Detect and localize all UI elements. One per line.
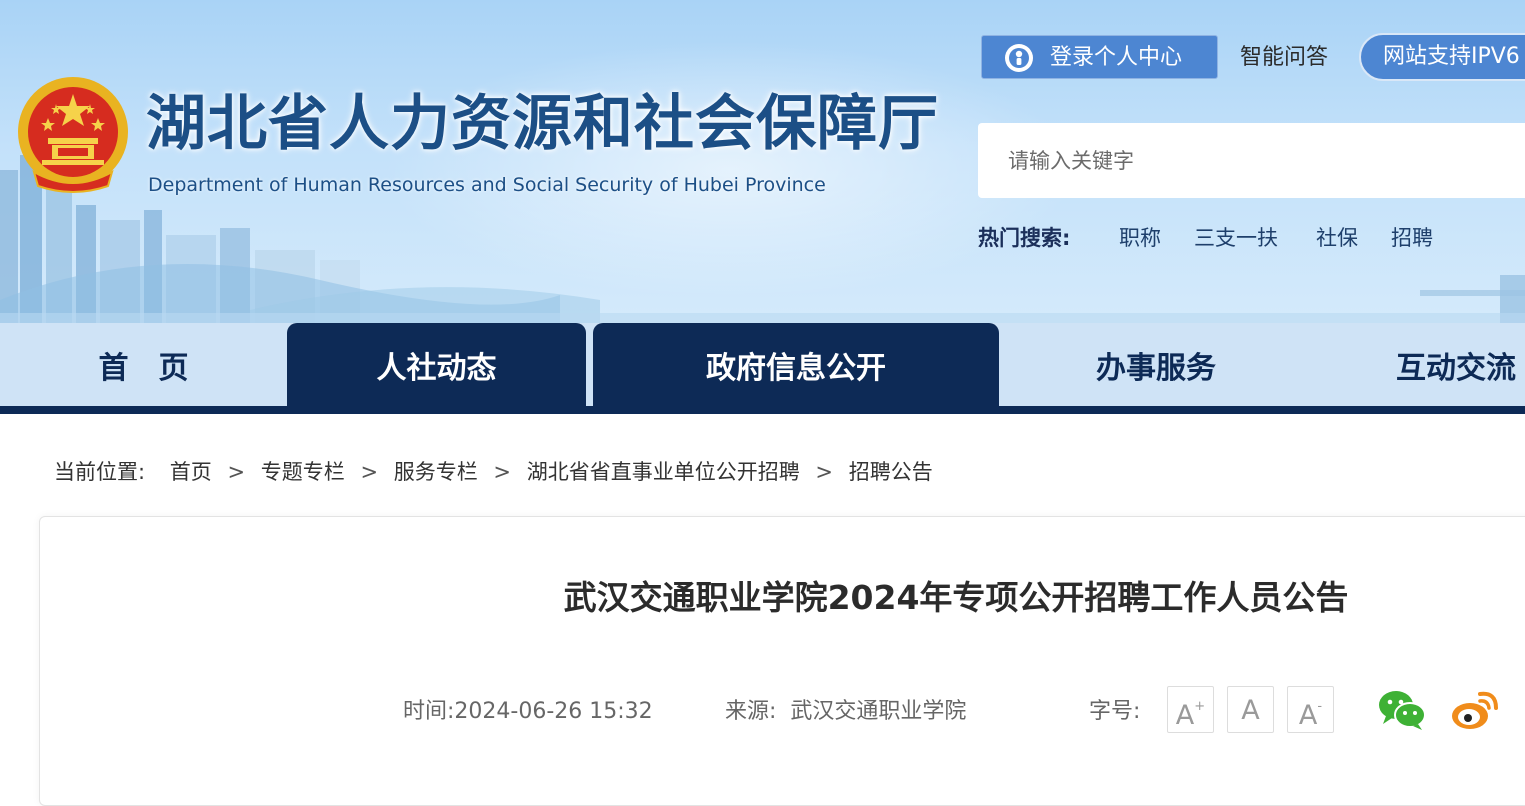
breadcrumb-separator: > [493, 460, 512, 484]
ipv6-support-badge: 网站支持IPV6 [1359, 33, 1525, 81]
main-navigation: 首 页 人社动态 政府信息公开 办事服务 互动交流 [0, 323, 1525, 414]
user-icon [1005, 44, 1033, 72]
wechat-icon[interactable] [1377, 688, 1427, 732]
hot-search-label: 热门搜索: [978, 226, 1071, 250]
breadcrumb-link-notice[interactable]: 招聘公告 [849, 460, 933, 484]
search-input[interactable] [978, 123, 1525, 198]
font-increase-button[interactable]: A+ [1167, 686, 1214, 733]
article-card [39, 516, 1525, 806]
login-personal-center-button[interactable]: 登录个人中心 [981, 35, 1218, 79]
breadcrumb-link-home[interactable]: 首页 [170, 460, 212, 484]
hot-search-term[interactable]: 职称 [1119, 224, 1161, 252]
breadcrumb-separator: > [815, 460, 834, 484]
font-size-label: 字号: [1089, 699, 1141, 724]
nav-item-home[interactable]: 首 页 [0, 323, 287, 406]
nav-item-services[interactable]: 办事服务 [1006, 323, 1306, 406]
breadcrumb-link-recruitment[interactable]: 湖北省省直事业单位公开招聘 [527, 460, 800, 484]
breadcrumb-link-special[interactable]: 专题专栏 [261, 460, 345, 484]
weibo-icon[interactable] [1450, 688, 1500, 732]
site-title-en: Department of Human Resources and Social… [148, 174, 826, 196]
hot-search-term[interactable]: 三支一扶 [1194, 224, 1278, 252]
nav-item-interaction[interactable]: 互动交流 [1306, 323, 1525, 406]
site-title-cn: 湖北省人力资源和社会保障厅 [146, 89, 939, 159]
font-decrease-button[interactable]: A- [1287, 686, 1334, 733]
login-button-label: 登录个人中心 [1050, 45, 1183, 70]
breadcrumb-separator: > [360, 460, 379, 484]
publish-time-label: 时间: [403, 699, 455, 724]
breadcrumb-separator: > [227, 460, 246, 484]
font-default-button[interactable]: A [1227, 686, 1274, 733]
source-value: 武汉交通职业学院 [790, 699, 967, 724]
breadcrumb: 当前位置: 首页 > 专题专栏 > 服务专栏 > 湖北省省直事业单位公开招聘 >… [54, 457, 933, 487]
national-emblem-icon [18, 77, 128, 193]
breadcrumb-prefix: 当前位置: [54, 460, 146, 484]
smart-qa-link[interactable]: 智能问答 [1240, 44, 1328, 72]
publish-time-value: 2024-06-26 15:32 [454, 699, 653, 724]
nav-item-hr-news[interactable]: 人社动态 [287, 323, 586, 406]
hot-search-term[interactable]: 招聘 [1391, 224, 1433, 252]
source-label: 来源: [725, 699, 777, 724]
breadcrumb-link-service[interactable]: 服务专栏 [394, 460, 478, 484]
nav-item-gov-info[interactable]: 政府信息公开 [593, 323, 999, 406]
hot-search-term[interactable]: 社保 [1316, 224, 1358, 252]
article-title: 武汉交通职业学院2024年专项公开招聘工作人员公告 [563, 578, 1349, 617]
nav-underline [0, 406, 1525, 414]
publish-time: 时间:2024-06-26 15:32 [403, 697, 653, 727]
article-source: 来源: 武汉交通职业学院 [725, 697, 966, 727]
site-header: 湖北省人力资源和社会保障厅 Department of Human Resour… [0, 0, 1525, 323]
